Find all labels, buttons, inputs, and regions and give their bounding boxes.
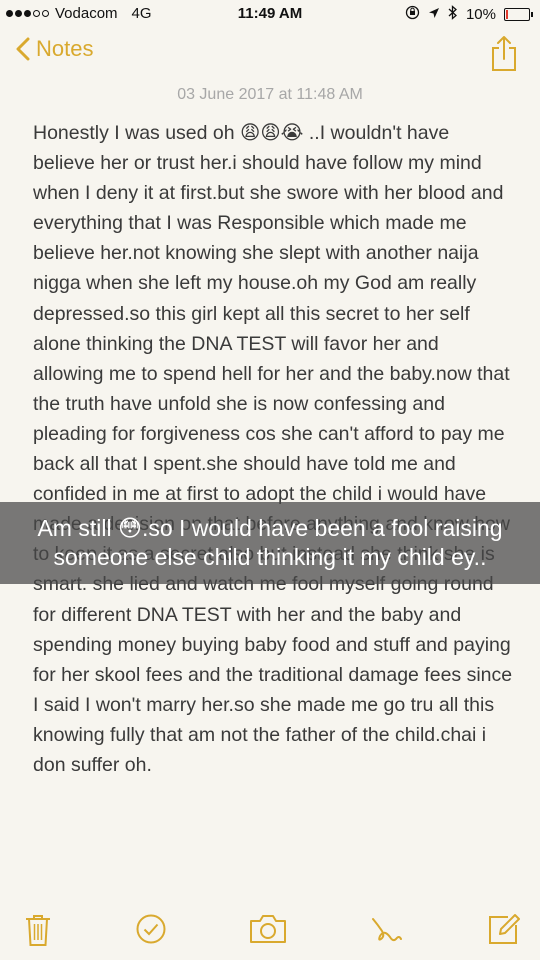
nav-bar: Notes — [0, 28, 540, 80]
back-button[interactable]: Notes — [16, 36, 93, 62]
share-button[interactable] — [490, 34, 518, 77]
note-date: 03 June 2017 at 11:48 AM — [177, 86, 363, 103]
battery-percent: 10% — [465, 6, 496, 23]
location-icon — [428, 6, 440, 23]
sketch-button[interactable] — [370, 913, 404, 952]
chevron-left-icon — [16, 37, 30, 61]
trash-icon — [26, 915, 50, 946]
checklist-button[interactable] — [135, 913, 167, 950]
compose-icon — [489, 914, 520, 944]
bluetooth-icon — [448, 5, 458, 24]
trash-button[interactable] — [24, 913, 52, 952]
orientation-lock-icon — [405, 5, 420, 24]
checkmark-icon — [136, 914, 166, 944]
camera-icon — [250, 915, 286, 943]
status-right: 10% — [405, 5, 533, 24]
camera-button[interactable] — [248, 913, 288, 950]
status-bar: Vodacom 4G 11:49 AM 10% — [0, 0, 540, 28]
share-icon — [492, 36, 516, 71]
sketch-icon — [372, 918, 402, 942]
battery-icon — [504, 8, 533, 21]
back-label: Notes — [36, 36, 94, 61]
compose-button[interactable] — [488, 913, 520, 950]
note-body[interactable]: Honestly I was used oh 😩😩😭 ..I wouldn't … — [33, 118, 513, 780]
snap-caption: Am still 😳.so I would have been a fool r… — [0, 502, 540, 584]
bottom-toolbar — [0, 905, 540, 955]
